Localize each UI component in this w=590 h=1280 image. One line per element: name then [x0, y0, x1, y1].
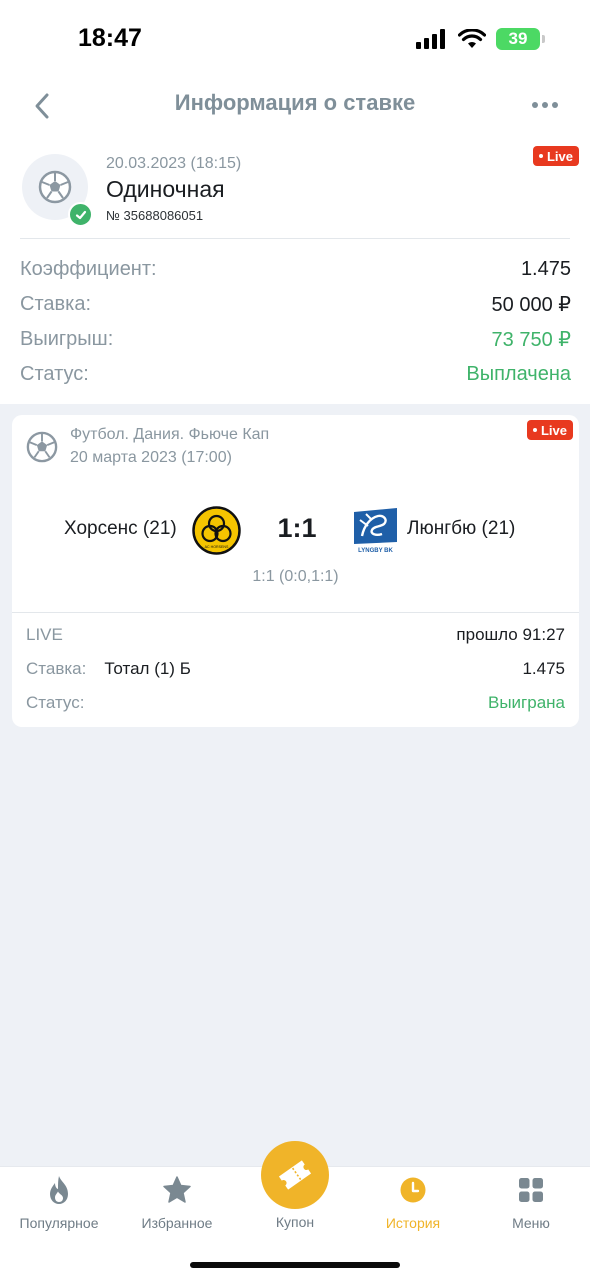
tab-favorites[interactable]: Избранное	[118, 1175, 236, 1231]
tab-popular-label: Популярное	[19, 1215, 99, 1231]
team2-logo: LYNGBY BK	[354, 508, 397, 554]
nav-bar: Информация о ставке	[0, 80, 590, 132]
wifi-icon	[458, 29, 486, 48]
divider	[12, 612, 579, 613]
grid-icon	[519, 1178, 543, 1202]
team1-name: Хорсенс (21)	[64, 518, 177, 539]
ticket-icon	[278, 1160, 312, 1190]
signal-icon	[416, 29, 445, 49]
payout-value: 73 750 ₽	[491, 329, 571, 351]
event-details: LIVE прошло 91:27 Ставка: Тотал (1) Б 1.…	[26, 618, 565, 720]
stake-label: Ставка:	[20, 293, 91, 315]
tab-history[interactable]: История	[354, 1175, 472, 1231]
status-icons: 39	[416, 28, 545, 50]
page-title: Информация о ставке	[174, 90, 416, 115]
clock-icon	[400, 1177, 426, 1203]
status-value: Выплачена	[466, 363, 571, 385]
match-score: 1:1	[277, 513, 317, 543]
soccer-ball-icon	[26, 431, 58, 463]
tab-coupon-label: Купон	[275, 1214, 315, 1230]
elapsed-time: прошло 91:27	[456, 625, 565, 644]
tab-popular[interactable]: Популярное	[0, 1175, 118, 1231]
event-card[interactable]: Футбол. Дания. Фьюче Кап 20 марта 2023 (…	[12, 415, 579, 727]
odds-value: 1.475	[520, 258, 571, 280]
divider	[20, 238, 570, 239]
battery-indicator: 39	[496, 28, 545, 50]
bet-row: Ставка: Тотал (1) Б 1.475	[26, 652, 565, 686]
bet-number: № 35688086051	[106, 208, 204, 223]
live-badge-label: Live	[540, 422, 567, 438]
tab-menu[interactable]: Меню	[472, 1175, 590, 1231]
stake-row: Ставка: 50 000 ₽	[20, 287, 571, 322]
bet-details: Коэффициент: 1.475 Ставка: 50 000 ₽ Выиг…	[20, 252, 571, 392]
tab-menu-label: Меню	[512, 1215, 550, 1231]
bet-label: Ставка:	[26, 659, 87, 678]
live-dot-icon	[538, 154, 543, 158]
live-badge-label: Live	[546, 148, 573, 164]
status-label: Статус:	[20, 363, 89, 385]
odds-row: Коэффициент: 1.475	[20, 252, 571, 287]
event-status-value: Выиграна	[487, 693, 565, 712]
status-row: Статус: Выплачена	[20, 357, 571, 392]
bet-market: Тотал (1) Б	[104, 659, 191, 678]
flame-icon	[50, 1176, 68, 1204]
live-dot-icon	[532, 428, 537, 432]
bet-type: Одиночная	[106, 176, 225, 202]
team2-logo-text: LYNGBY BK	[358, 548, 393, 554]
live-row: LIVE прошло 91:27	[26, 618, 565, 652]
match-row: Хорсенс (21) AC HORSENS 1:1 LYNGBY BK Лю…	[12, 503, 579, 557]
payout-label: Выигрыш:	[20, 328, 114, 350]
event-status-row: Статус: Выиграна	[26, 686, 565, 720]
bet-summary: 20.03.2023 (18:15) Одиночная № 356880860…	[0, 132, 590, 404]
live-badge: Live	[532, 146, 579, 166]
settled-check-icon	[68, 202, 93, 227]
payout-row: Выигрыш: 73 750 ₽	[20, 322, 571, 357]
team1-logo: AC HORSENS	[192, 506, 241, 555]
event-league: Футбол. Дания. Фьюче Кап	[70, 426, 270, 443]
soccer-ball-icon	[38, 170, 72, 204]
score-detail: 1:1 (0:0,1:1)	[252, 568, 339, 585]
bet-odds: 1.475	[522, 659, 565, 678]
team1-logo-text: AC HORSENS	[205, 545, 229, 549]
team2-name: Люнгбю (21)	[407, 518, 516, 539]
tab-history-label: История	[385, 1215, 441, 1231]
coupon-button[interactable]	[261, 1141, 329, 1209]
tab-favorites-label: Избранное	[141, 1215, 213, 1231]
home-indicator	[190, 1262, 400, 1268]
status-bar: 18:47 39	[0, 0, 590, 80]
live-label: LIVE	[26, 625, 63, 644]
odds-label: Коэффициент:	[20, 258, 157, 280]
event-status-label: Статус:	[26, 693, 85, 712]
live-badge: Live	[526, 420, 573, 440]
stake-value: 50 000 ₽	[491, 294, 571, 316]
more-options-icon[interactable]	[530, 98, 560, 112]
star-icon	[163, 1176, 191, 1203]
battery-level: 39	[508, 29, 528, 48]
event-date: 20 марта 2023 (17:00)	[70, 449, 232, 466]
bet-date: 20.03.2023 (18:15)	[106, 155, 242, 172]
status-time: 18:47	[78, 24, 142, 52]
